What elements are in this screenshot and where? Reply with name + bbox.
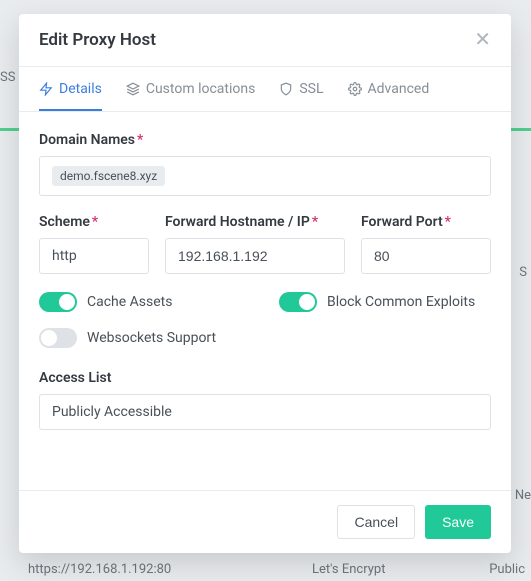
modal-header: Edit Proxy Host ✕ (19, 14, 511, 67)
gear-icon (348, 82, 362, 96)
domain-names-input[interactable]: demo.fscene8.xyz (39, 156, 491, 196)
shield-icon (279, 82, 293, 96)
access-list-select[interactable]: Publicly Accessible (39, 394, 491, 430)
label-text: Forward Port (361, 214, 443, 230)
toggle-block-exploits: Block Common Exploits (279, 292, 479, 312)
field-scheme: Scheme* http (39, 214, 149, 274)
toggle-cache-assets: Cache Assets (39, 292, 239, 312)
block-exploits-label: Block Common Exploits (327, 294, 475, 310)
field-domain-names: Domain Names* demo.fscene8.xyz (39, 132, 491, 196)
required-asterisk: * (312, 214, 318, 230)
websockets-label: Websockets Support (87, 330, 216, 346)
domain-tag[interactable]: demo.fscene8.xyz (52, 166, 165, 186)
label-text: Scheme (39, 214, 90, 230)
bg-text: https://192.168.1.192:80 (28, 562, 171, 577)
lightning-icon (39, 82, 53, 96)
tab-label: SSL (299, 81, 323, 97)
block-exploits-switch[interactable] (279, 292, 317, 312)
field-forward-host: Forward Hostname / IP* (165, 214, 345, 274)
access-list-value: Publicly Accessible (52, 404, 172, 420)
edit-proxy-host-modal: Edit Proxy Host ✕ Details Custom locatio… (19, 14, 511, 553)
close-icon: ✕ (474, 29, 491, 51)
field-forward-port: Forward Port* (361, 214, 491, 274)
websockets-switch[interactable] (39, 328, 77, 348)
label-text: Forward Hostname / IP (165, 214, 310, 230)
tabs: Details Custom locations SSL Advanced (19, 67, 511, 112)
modal-title: Edit Proxy Host (39, 30, 156, 50)
label-text: Domain Names (39, 132, 135, 148)
layers-icon (126, 82, 140, 96)
tab-label: Advanced (368, 81, 430, 97)
scheme-select[interactable]: http (39, 238, 149, 274)
bg-text: Let's Encrypt (312, 562, 385, 577)
toggle-row-2: Websockets Support (39, 328, 491, 348)
close-button[interactable]: ✕ (474, 30, 491, 50)
tab-advanced[interactable]: Advanced (348, 67, 430, 111)
cancel-button[interactable]: Cancel (337, 505, 415, 539)
label-forward-host: Forward Hostname / IP* (165, 214, 345, 230)
tab-details[interactable]: Details (39, 67, 102, 111)
tab-custom-locations[interactable]: Custom locations (126, 67, 256, 111)
scheme-value: http (52, 248, 77, 264)
modal-body: Domain Names* demo.fscene8.xyz Scheme* h… (19, 112, 511, 490)
label-access-list: Access List (39, 370, 491, 386)
switch-knob (59, 294, 75, 310)
label-domain-names: Domain Names* (39, 132, 491, 148)
forward-host-input[interactable] (165, 238, 345, 274)
bg-text: S (519, 265, 527, 280)
bg-text: Ne (515, 488, 531, 503)
bg-text: SS (0, 70, 15, 85)
label-forward-port: Forward Port* (361, 214, 491, 230)
tab-ssl[interactable]: SSL (279, 67, 323, 111)
cache-assets-label: Cache Assets (87, 294, 172, 310)
field-access-list: Access List Publicly Accessible (39, 370, 491, 430)
tab-label: Details (59, 81, 102, 97)
modal-footer: Cancel Save (19, 490, 511, 553)
required-asterisk: * (137, 132, 143, 148)
required-asterisk: * (92, 214, 98, 230)
switch-knob (41, 330, 57, 346)
cache-assets-switch[interactable] (39, 292, 77, 312)
forward-port-input[interactable] (361, 238, 491, 274)
toggle-websockets: Websockets Support (39, 328, 239, 348)
toggle-row-1: Cache Assets Block Common Exploits (39, 292, 491, 312)
bg-text: Public (489, 562, 525, 577)
save-button[interactable]: Save (425, 505, 491, 539)
label-scheme: Scheme* (39, 214, 149, 230)
tab-label: Custom locations (146, 81, 256, 97)
switch-knob (299, 294, 315, 310)
required-asterisk: * (445, 214, 451, 230)
